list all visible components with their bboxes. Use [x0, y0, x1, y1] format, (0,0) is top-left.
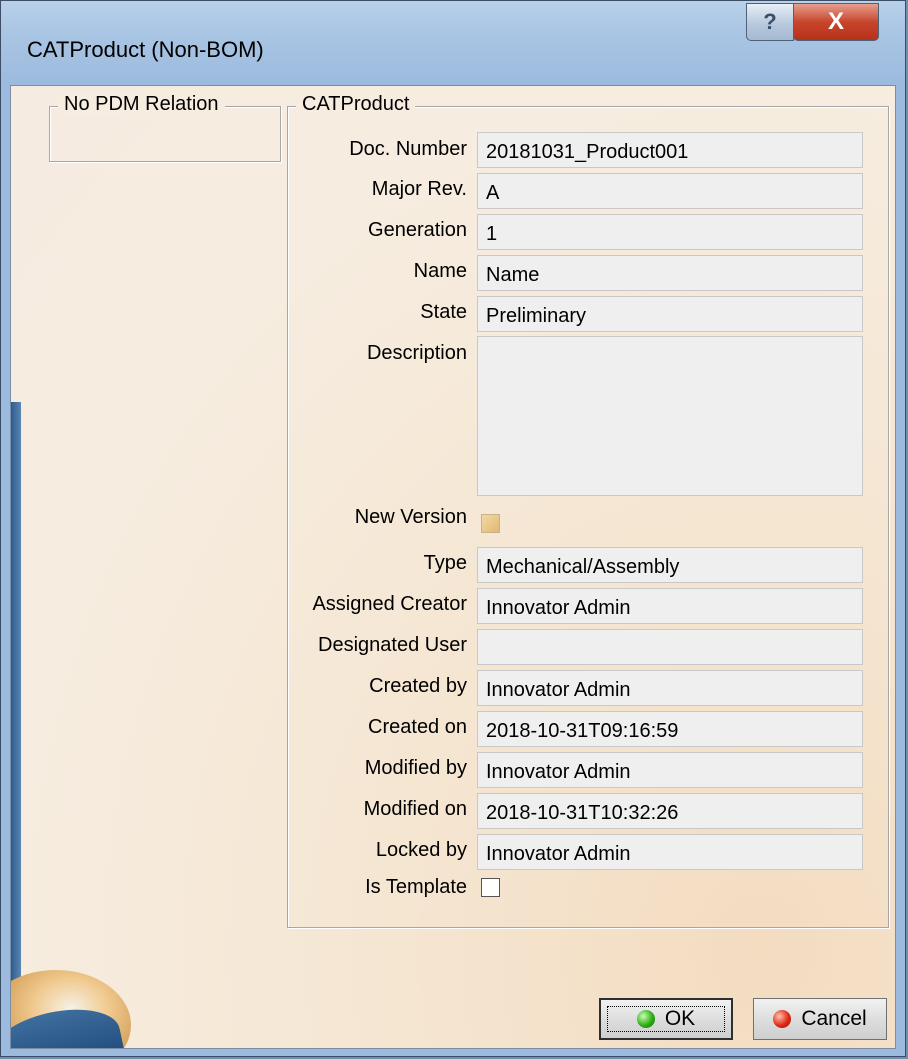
created-on-field[interactable]: 2018-10-31T09:16:59 [477, 711, 863, 747]
is-template-label: Is Template [365, 876, 467, 898]
new-version-label: New Version [354, 506, 467, 528]
pdm-relation-title: No PDM Relation [58, 93, 225, 116]
window-title: CATProduct (Non-BOM) [27, 37, 264, 62]
help-icon: ? [763, 9, 777, 34]
ok-button[interactable]: OK [599, 998, 733, 1040]
background-strip [11, 402, 21, 1048]
dialog-window: CATProduct (Non-BOM) ? X No PDM Relation… [0, 0, 906, 1057]
designated-user-label: Designated User [318, 634, 467, 656]
locked-by-label: Locked by [375, 839, 467, 861]
assigned-creator-label: Assigned Creator [312, 593, 467, 615]
name-field[interactable]: Name [477, 255, 863, 291]
assigned-creator-field[interactable]: Innovator Admin [477, 588, 863, 624]
type-field[interactable]: Mechanical/Assembly [477, 547, 863, 583]
description-field[interactable] [477, 336, 863, 496]
cancel-button[interactable]: Cancel [753, 998, 887, 1040]
state-field[interactable]: Preliminary [477, 296, 863, 332]
created-on-label: Created on [368, 716, 467, 738]
red-ball-icon [773, 1010, 792, 1028]
is-template-checkbox[interactable] [481, 878, 500, 897]
new-version-checkbox [481, 514, 500, 533]
catproduct-title: CATProduct [296, 93, 416, 116]
generation-field[interactable]: 1 [477, 214, 863, 250]
major-rev-label: Major Rev. [371, 178, 467, 200]
name-label: Name [413, 260, 467, 282]
locked-by-field[interactable]: Innovator Admin [477, 834, 863, 870]
title-bar[interactable]: CATProduct (Non-BOM) ? X [1, 1, 905, 85]
help-button[interactable]: ? [746, 3, 794, 41]
modified-on-field[interactable]: 2018-10-31T10:32:26 [477, 793, 863, 829]
description-label: Description [366, 342, 467, 364]
close-button[interactable]: X [793, 3, 879, 41]
doc-number-field[interactable]: 20181031_Product001 [477, 132, 863, 168]
state-label: State [420, 301, 467, 323]
modified-by-field[interactable]: Innovator Admin [477, 752, 863, 788]
doc-number-label: Doc. Number [349, 138, 467, 160]
pdm-relation-group: No PDM Relation [49, 93, 281, 162]
dialog-body: No PDM Relation CATProduct Doc. Number 2… [10, 85, 896, 1049]
major-rev-field[interactable]: A [477, 173, 863, 209]
cancel-button-label: Cancel [801, 1007, 867, 1030]
created-by-label: Created by [369, 675, 467, 697]
designated-user-field[interactable] [477, 629, 863, 665]
close-icon: X [827, 8, 844, 35]
created-by-field[interactable]: Innovator Admin [477, 670, 863, 706]
focus-ring [607, 1006, 725, 1032]
modified-by-label: Modified by [364, 757, 467, 779]
type-label: Type [423, 552, 467, 574]
modified-on-label: Modified on [363, 798, 467, 820]
generation-label: Generation [368, 219, 467, 241]
